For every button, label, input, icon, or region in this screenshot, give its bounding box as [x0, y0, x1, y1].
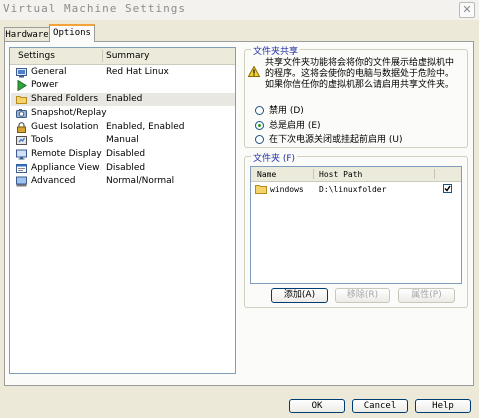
list-item-label: Shared Folders: [31, 94, 99, 104]
list-item-general[interactable]: General Red Hat Linux: [11, 66, 235, 79]
list-item-label: Guest Isolation: [31, 122, 99, 132]
column-header-settings[interactable]: Settings: [18, 51, 55, 61]
title-bar: Virtual Machine Settings ✕: [0, 0, 479, 20]
list-item-label: Appliance View: [31, 163, 100, 173]
folder-icon: [255, 185, 267, 194]
folder-sharing-warning: 共享文件夹功能将会将你的文件展示给虚拟机中的程序。这将会使你的电脑与数据处于危险…: [265, 58, 455, 90]
snapshot-icon: [16, 109, 27, 118]
add-folder-button[interactable]: 添加(A): [271, 288, 328, 303]
list-item-advanced[interactable]: Advanced Normal/Normal: [11, 175, 235, 188]
folders-title: 文件夹 (F): [251, 151, 298, 164]
radio-button[interactable]: [255, 135, 264, 144]
remove-folder-button[interactable]: 移除(R): [335, 288, 390, 303]
list-item-label: Tools: [31, 135, 54, 145]
folder-name: windows: [270, 185, 304, 194]
column-header-host-path[interactable]: Host Path: [319, 170, 362, 179]
list-item-summary: Disabled: [106, 163, 146, 173]
settings-list: Settings Summary General Red Hat Linux P…: [9, 47, 236, 374]
list-item-label: Advanced: [31, 176, 76, 186]
advanced-icon: [16, 176, 27, 187]
cancel-button[interactable]: Cancel: [352, 399, 408, 413]
list-item-remote-display[interactable]: Remote Display Disabled: [11, 148, 235, 161]
radio-button[interactable]: [255, 121, 264, 130]
radio-label: 禁用 (D): [269, 106, 304, 116]
remote-display-icon: [16, 149, 27, 160]
tools-icon: [16, 136, 27, 145]
column-header-name[interactable]: Name: [257, 170, 276, 179]
window-title: Virtual Machine Settings: [3, 2, 186, 15]
folder-host-path: D:\linuxfolder: [319, 185, 387, 194]
folders-table-header: Name Host Path: [251, 167, 461, 182]
list-item-label: Remote Display: [31, 149, 102, 159]
general-icon: [16, 68, 27, 78]
close-icon: ✕: [462, 3, 472, 16]
list-item-summary: Manual: [106, 135, 139, 145]
list-item-appliance-view[interactable]: Appliance View Disabled: [11, 162, 235, 175]
list-item-snapshot-replay[interactable]: Snapshot/Replay: [11, 107, 235, 120]
list-item-guest-isolation[interactable]: Guest Isolation Enabled, Enabled: [11, 121, 235, 134]
radio-label: 在下次电源关闭或挂起前启用 (U): [269, 135, 403, 145]
tab-hardware[interactable]: Hardware: [4, 27, 50, 42]
column-divider: [434, 169, 435, 179]
radio-button[interactable]: [255, 106, 264, 115]
folder-properties-button[interactable]: 属性(P): [398, 288, 455, 303]
power-icon: [17, 80, 27, 91]
list-item-power[interactable]: Power: [11, 79, 235, 92]
tab-options[interactable]: Options: [49, 24, 95, 42]
appliance-icon: [16, 164, 27, 173]
close-button[interactable]: ✕: [459, 2, 475, 18]
list-item-label: Snapshot/Replay: [31, 108, 107, 118]
list-item-tools[interactable]: Tools Manual: [11, 134, 235, 147]
list-item-summary: Disabled: [106, 149, 146, 159]
column-divider: [102, 50, 103, 62]
list-item-summary: Red Hat Linux: [106, 67, 169, 77]
warning-icon: [248, 66, 260, 77]
folder-sharing-title: 文件夹共享: [251, 44, 301, 57]
column-divider: [313, 169, 314, 179]
list-item-summary: Normal/Normal: [106, 176, 175, 186]
list-item-label: General: [31, 67, 67, 77]
radio-label: 总是启用 (E): [269, 121, 321, 131]
lock-icon: [17, 122, 26, 133]
list-item-summary: Enabled: [106, 94, 143, 104]
settings-list-header: Settings Summary: [10, 48, 235, 65]
help-button[interactable]: Help: [415, 399, 471, 413]
list-item-shared-folders[interactable]: Shared Folders Enabled: [11, 93, 235, 106]
list-item-summary: Enabled, Enabled: [106, 122, 185, 132]
folder-enabled-checkbox[interactable]: [443, 184, 452, 193]
column-header-summary[interactable]: Summary: [106, 51, 150, 61]
folders-table: Name Host Path windows D:\linuxfolder: [250, 166, 462, 284]
folder-icon: [16, 96, 27, 104]
table-row[interactable]: windows D:\linuxfolder: [253, 183, 459, 196]
list-item-label: Power: [31, 80, 59, 90]
ok-button[interactable]: OK: [289, 399, 345, 413]
checkmark-icon: [444, 185, 451, 192]
